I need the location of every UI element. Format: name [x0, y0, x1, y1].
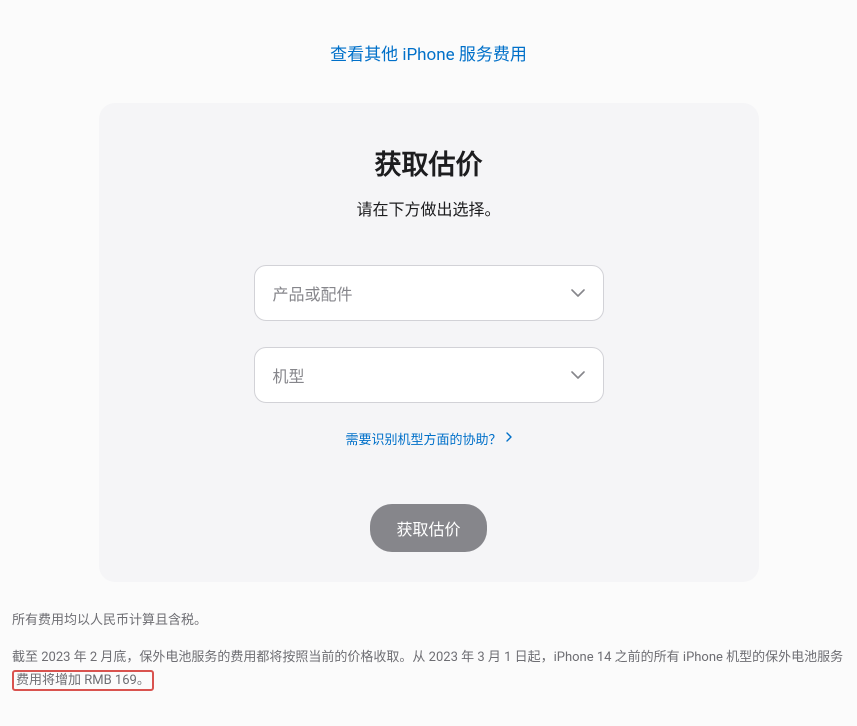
top-link-container: 查看其他 iPhone 服务费用	[10, 40, 847, 65]
disclaimer-line2: 截至 2023 年 2 月底，保外电池服务的费用都将按照当前的价格收取。从 20…	[12, 647, 845, 693]
product-select[interactable]: 产品或配件	[254, 265, 604, 321]
product-select-wrap: 产品或配件	[254, 265, 604, 321]
card-title: 获取估价	[119, 143, 739, 182]
model-select-placeholder: 机型	[273, 363, 305, 387]
chevron-down-icon	[571, 289, 585, 297]
model-select-wrap: 机型	[254, 347, 604, 403]
model-select[interactable]: 机型	[254, 347, 604, 403]
disclaimer-highlight: 费用将增加 RMB 169。	[12, 670, 154, 691]
estimate-card: 获取估价 请在下方做出选择。 产品或配件 机型 需要识别机型方面的协助？	[99, 103, 759, 582]
help-link-label: 需要识别机型方面的协助？	[345, 429, 501, 448]
get-estimate-button[interactable]: 获取估价	[370, 504, 486, 552]
disclaimer-block: 所有费用均以人民币计算且含税。 截至 2023 年 2 月底，保外电池服务的费用…	[10, 610, 847, 692]
disclaimer-line1: 所有费用均以人民币计算且含税。	[12, 610, 845, 633]
product-select-placeholder: 产品或配件	[273, 281, 353, 305]
page-root: 查看其他 iPhone 服务费用 获取估价 请在下方做出选择。 产品或配件 机型	[0, 0, 857, 726]
card-subtitle: 请在下方做出选择。	[119, 196, 739, 220]
help-link-row: 需要识别机型方面的协助？	[119, 429, 739, 504]
chevron-right-icon	[506, 431, 512, 446]
identify-model-help-link[interactable]: 需要识别机型方面的协助？	[345, 429, 511, 448]
chevron-down-icon	[571, 371, 585, 379]
other-service-fees-link[interactable]: 查看其他 iPhone 服务费用	[330, 45, 527, 65]
